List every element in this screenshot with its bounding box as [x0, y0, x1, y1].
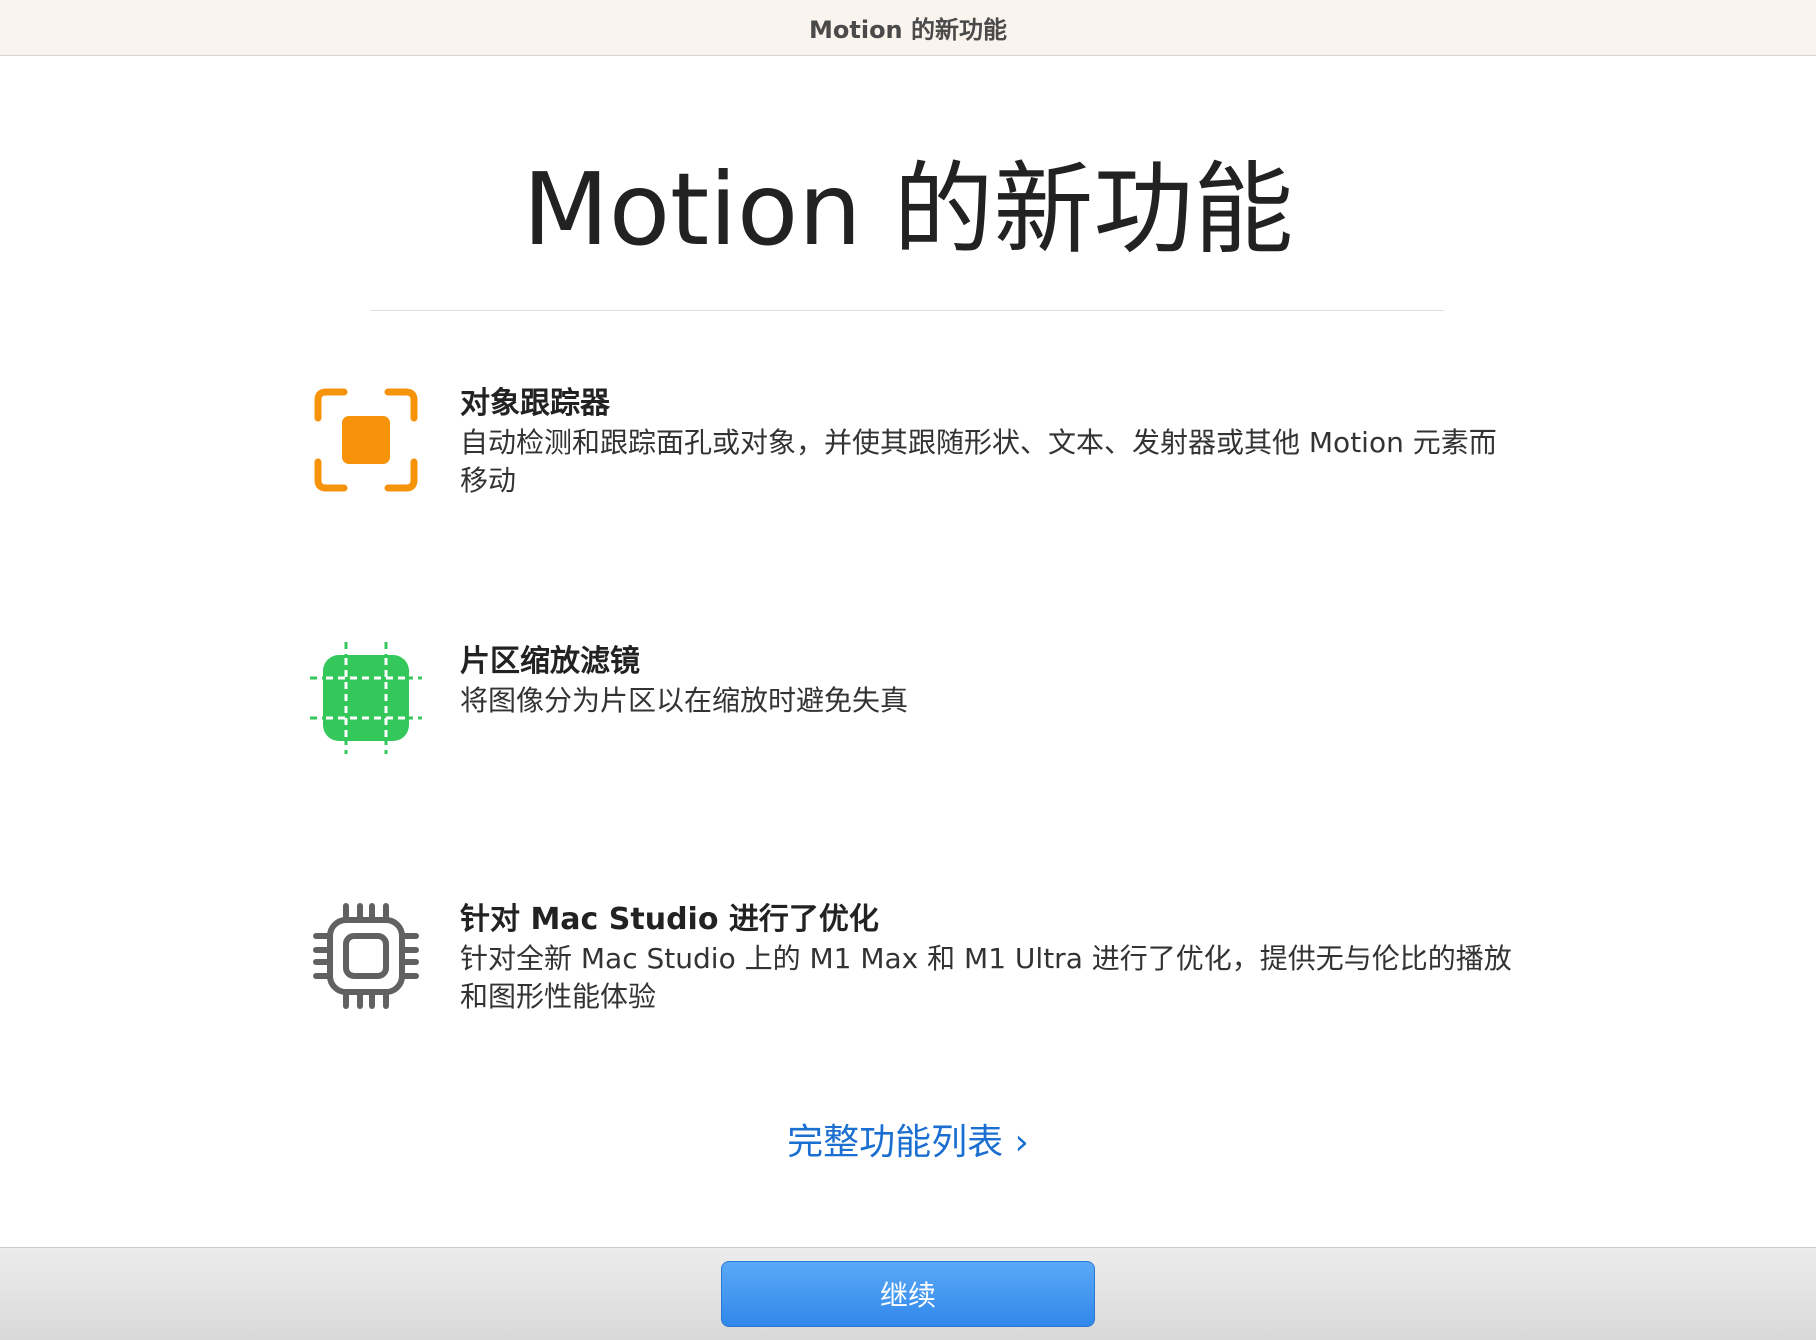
tile-scale-filter-icon	[310, 642, 422, 754]
object-tracker-icon	[310, 384, 422, 496]
feature-title: 对象跟踪器	[460, 386, 610, 421]
footer-bar: 继续	[0, 1247, 1816, 1340]
page-title: Motion 的新功能	[522, 151, 1294, 268]
feature-description: 针对全新 Mac Studio 上的 M1 Max 和 M1 Ultra 进行了…	[460, 942, 1512, 1013]
title-bar: Motion 的新功能	[0, 0, 1816, 56]
full-feature-list-link[interactable]: 完整功能列表 ›	[0, 1118, 1816, 1168]
continue-button[interactable]: 继续	[721, 1261, 1095, 1327]
feature-text: 对象跟踪器 自动检测和跟踪面孔或对象，并使其跟随形状、文本、发射器或其他 Mot…	[460, 384, 1520, 500]
feature-description: 自动检测和跟踪面孔或对象，并使其跟随形状、文本、发射器或其他 Motion 元素…	[460, 426, 1497, 497]
divider	[370, 310, 1444, 311]
feature-title: 片区缩放滤镜	[460, 644, 640, 679]
feature-description: 将图像分为片区以在缩放时避免失真	[460, 684, 909, 717]
window-title: Motion 的新功能	[809, 16, 1007, 44]
feature-title: 针对 Mac Studio 进行了优化	[460, 902, 879, 937]
whats-new-window: Motion 的新功能 Motion 的新功能 对象跟踪器 自动检测和跟踪面孔或…	[0, 0, 1816, 1340]
chip-icon	[310, 900, 422, 1012]
feature-text: 片区缩放滤镜 将图像分为片区以在缩放时避免失真	[460, 642, 1520, 720]
feature-text: 针对 Mac Studio 进行了优化 针对全新 Mac Studio 上的 M…	[460, 900, 1520, 1016]
